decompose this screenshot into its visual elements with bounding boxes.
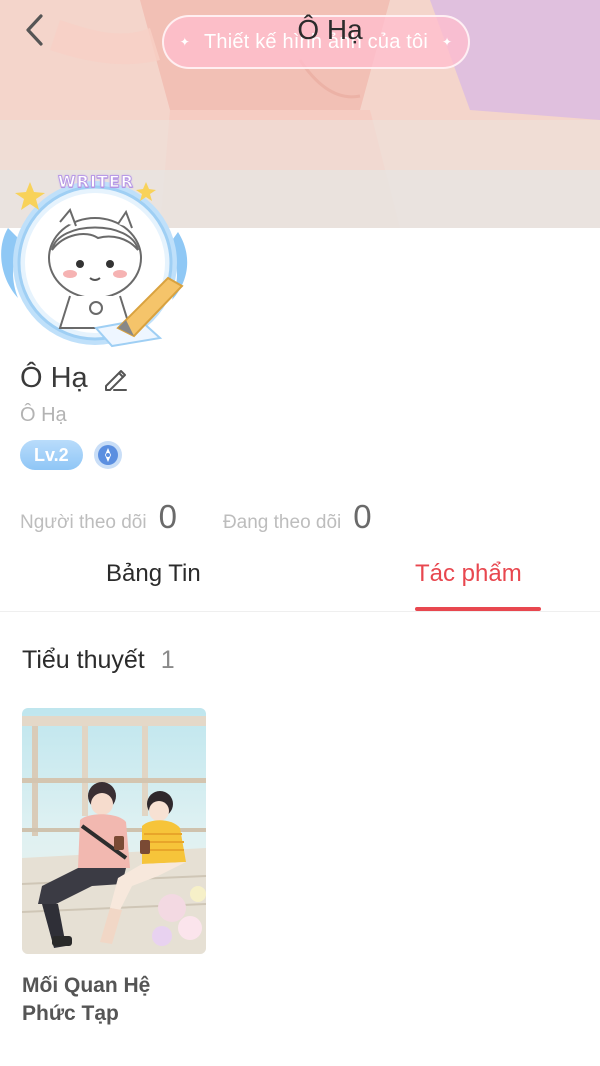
- writer-badge: WRITER: [57, 172, 135, 192]
- following-label[interactable]: Đang theo dõi: [223, 512, 341, 534]
- profile-username: Ô Hạ: [20, 404, 67, 426]
- follow-stats: Người theo dõi 0 Đang theo dõi 0: [20, 498, 372, 536]
- page-title: Ô Hạ: [297, 14, 363, 45]
- novels-section-header: Tiểu thuyết 1: [22, 646, 175, 675]
- novel-title: Mối Quan Hệ Phức Tạp: [22, 974, 151, 1025]
- novels-count: 1: [160, 646, 175, 674]
- author-medal-icon[interactable]: [93, 440, 123, 470]
- followers-count[interactable]: 0: [159, 498, 177, 536]
- followers-label[interactable]: Người theo dõi: [20, 512, 147, 534]
- active-tab-indicator: [415, 607, 541, 611]
- tab-works[interactable]: Tác phẩm: [415, 560, 522, 588]
- novel-card[interactable]: Mối Quan Hệ Phức Tạp: [22, 708, 206, 1028]
- avatar-frame: [1, 181, 188, 348]
- edit-name-button[interactable]: [102, 365, 130, 393]
- avatar[interactable]: WRITER: [0, 168, 195, 353]
- tab-feed[interactable]: Bảng Tin: [106, 560, 201, 588]
- profile-tabs: Bảng Tin Tác phẩm: [0, 550, 600, 612]
- level-row: Lv.2: [20, 440, 123, 470]
- novel-cover-image: [22, 708, 206, 954]
- name-row: Ô Hạ: [20, 362, 130, 395]
- novels-section-label: Tiểu thuyết: [22, 646, 145, 674]
- following-count[interactable]: 0: [353, 498, 371, 536]
- profile-name: Ô Hạ: [20, 362, 88, 394]
- pencil-icon: [104, 369, 127, 391]
- level-badge[interactable]: Lv.2: [20, 440, 83, 470]
